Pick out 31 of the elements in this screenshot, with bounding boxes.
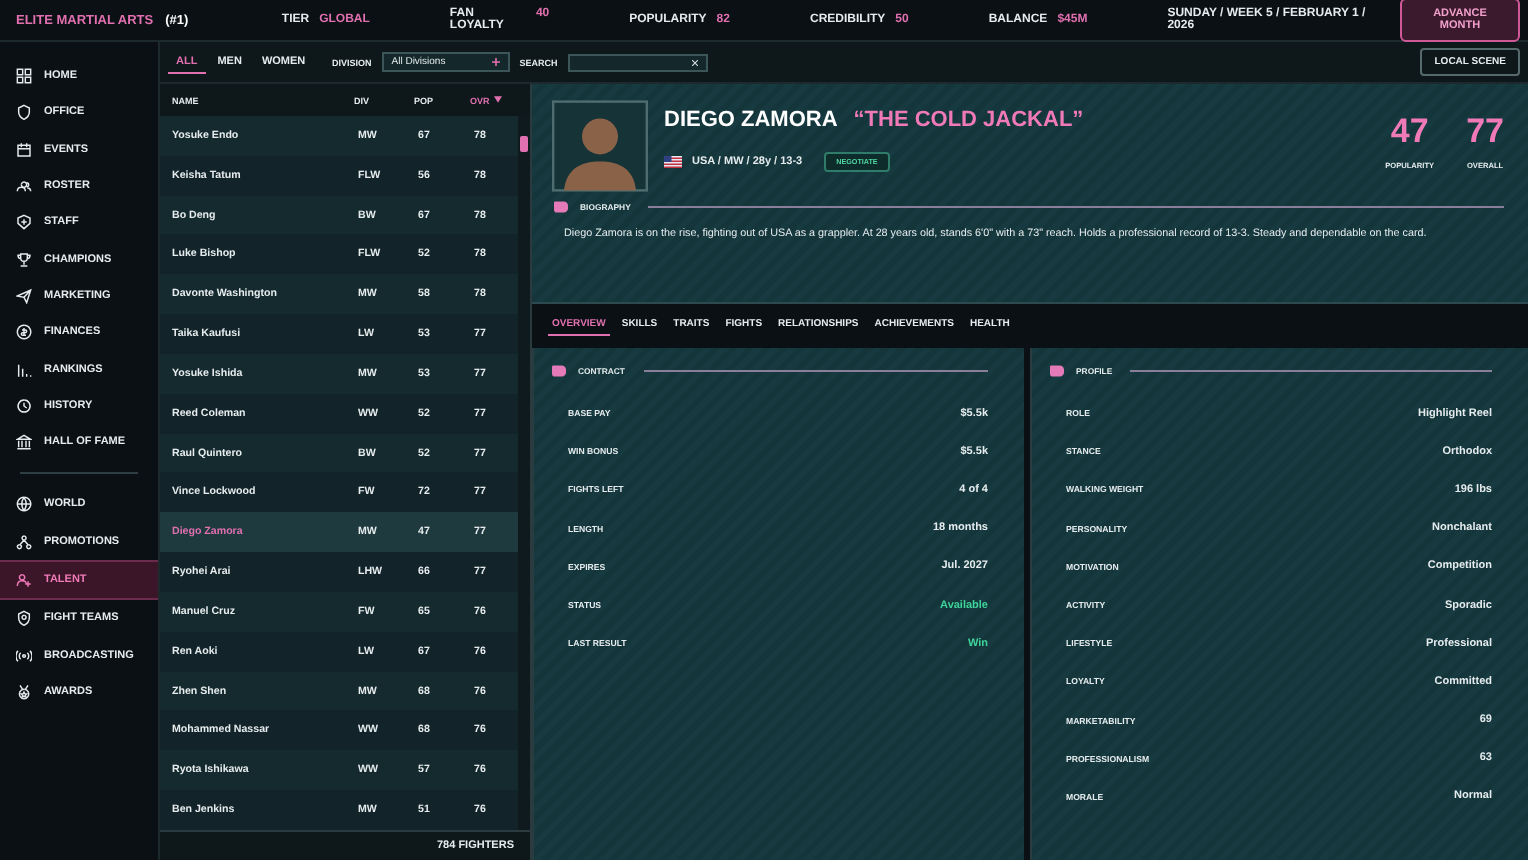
calendar-icon <box>16 141 32 158</box>
badge-icon <box>16 214 32 231</box>
fighter-nickname: “THE COLD JACKAL” <box>853 108 1084 132</box>
glove-icon <box>552 200 570 214</box>
plus-icon <box>491 58 500 66</box>
shield-icon <box>16 104 32 121</box>
trophy-icon <box>16 251 32 268</box>
stat-number: 77 <box>1466 112 1504 152</box>
medal-icon <box>16 683 32 700</box>
sort-icon <box>493 96 502 104</box>
glove-icon <box>1048 364 1066 378</box>
people-icon <box>16 178 32 195</box>
search-field[interactable] <box>567 53 708 71</box>
globe-icon <box>16 496 32 513</box>
shield-icon <box>16 610 32 627</box>
paper-plane-icon <box>16 287 32 304</box>
scrollbar[interactable] <box>518 116 530 830</box>
bar-chart-icon <box>16 361 32 378</box>
network-icon <box>16 533 32 550</box>
person-plus-icon <box>16 572 32 588</box>
signal-icon <box>16 647 32 664</box>
glove-icon <box>550 364 568 378</box>
clock-icon <box>16 397 32 414</box>
clear-icon <box>691 59 698 65</box>
flag-icon <box>664 156 682 168</box>
building-icon <box>16 434 32 451</box>
grid-icon <box>16 68 32 85</box>
coin-icon <box>16 324 32 341</box>
stat-number: 47 <box>1390 112 1429 152</box>
avatar-silhouette <box>552 100 648 192</box>
fighter-name-title: DIEGO ZAMORA <box>664 108 838 132</box>
